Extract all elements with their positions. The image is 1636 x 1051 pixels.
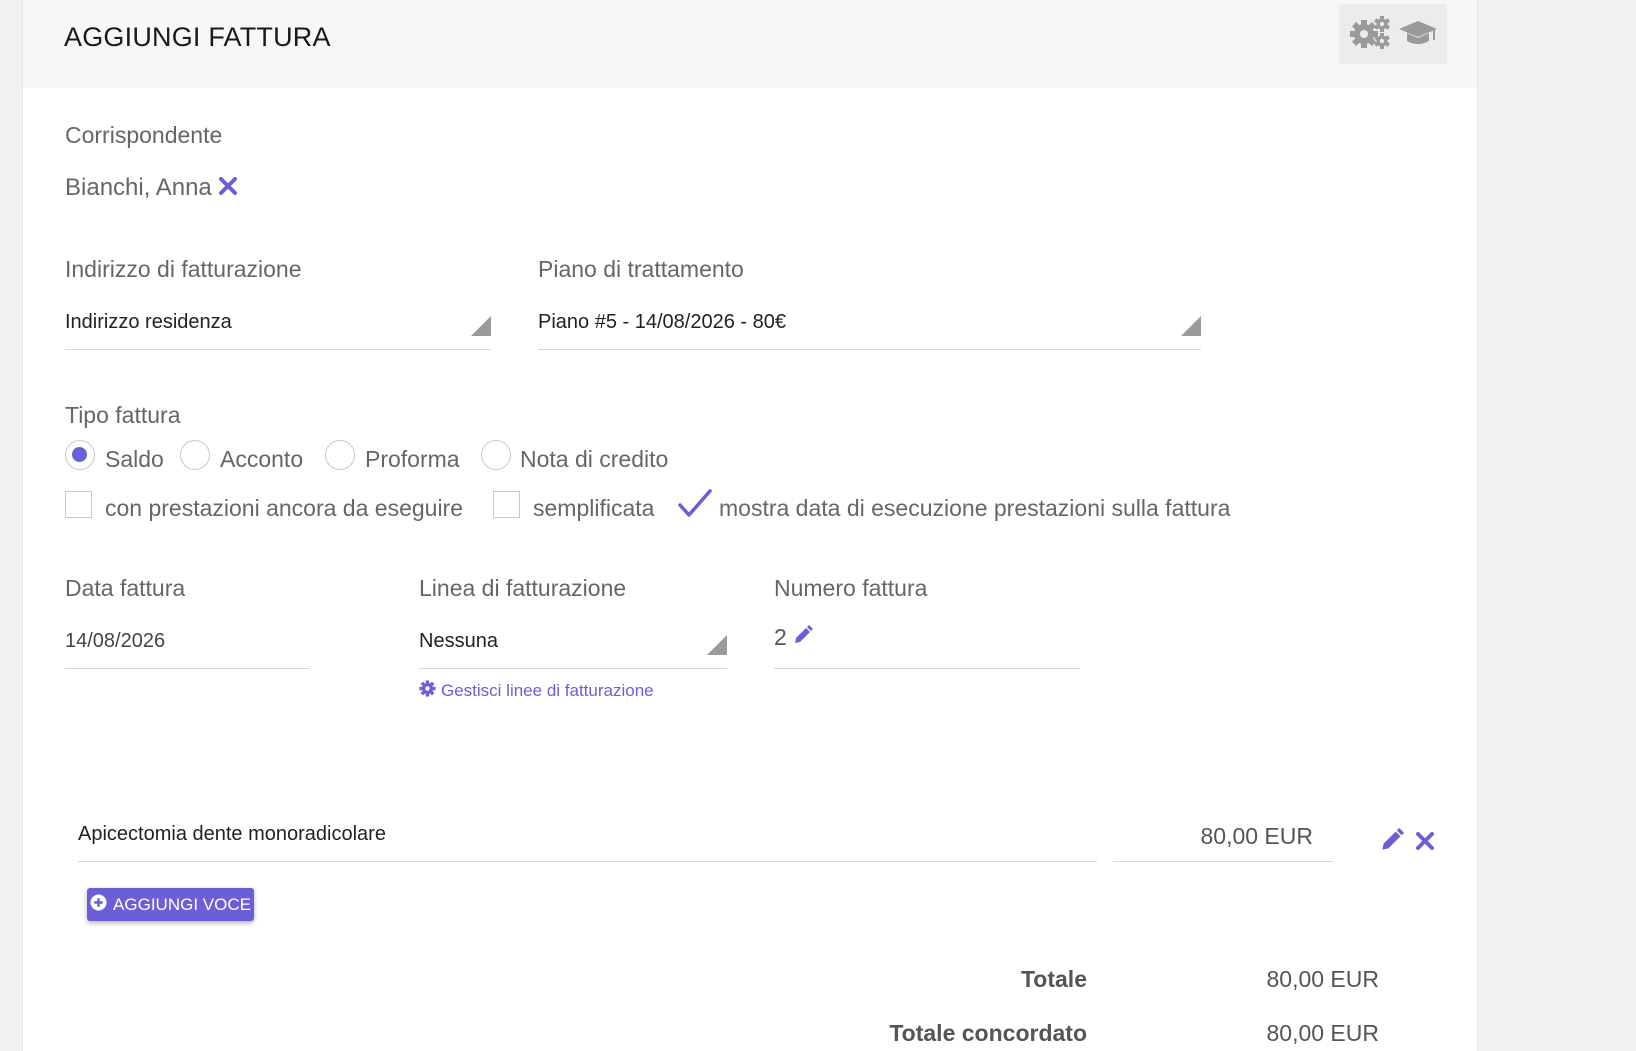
item-description-underline <box>78 861 1097 862</box>
correspondent-chip: Bianchi, Anna <box>65 174 238 202</box>
add-item-button[interactable]: AGGIUNGI VOCE <box>87 888 254 921</box>
total-label: Totale <box>1020 966 1087 992</box>
treatment-plan-underline <box>538 349 1201 350</box>
radio-acconto-label[interactable]: Acconto <box>220 446 303 473</box>
radio-saldo-label[interactable]: Saldo <box>105 446 164 473</box>
graduation-cap-icon[interactable] <box>1398 17 1438 52</box>
checkbox-simplified[interactable] <box>493 491 520 518</box>
checkbox-pending-services-label[interactable]: con prestazioni ancora da eseguire <box>105 495 463 522</box>
item-amount-underline <box>1113 861 1333 862</box>
invoice-type-label: Tipo fattura <box>65 402 181 428</box>
radio-proforma[interactable] <box>325 440 355 470</box>
correspondent-label: Corrispondente <box>65 122 223 148</box>
invoice-date-input[interactable]: 14/08/2026 <box>65 630 165 653</box>
billing-line-underline <box>419 668 727 669</box>
edit-item-icon[interactable] <box>1380 828 1404 857</box>
billing-address-select[interactable]: Indirizzo residenza <box>65 311 232 334</box>
billing-address-arrow-icon[interactable] <box>471 316 491 336</box>
cog-icon <box>419 680 436 702</box>
treatment-plan-arrow-icon[interactable] <box>1181 316 1201 336</box>
invoice-number-value: 2 <box>774 624 787 650</box>
invoice-panel: AGGIUNGI FATTURA Corrispondente Bianchi,… <box>22 0 1478 1051</box>
manage-billing-lines-link[interactable]: Gestisci linee di fatturazione <box>419 680 654 702</box>
gears-icon[interactable] <box>1348 15 1392 54</box>
billing-line-label: Linea di fatturazione <box>419 575 627 601</box>
invoice-date-underline <box>65 668 310 669</box>
radio-acconto[interactable] <box>180 440 210 470</box>
radio-nota-credito[interactable] <box>481 440 511 470</box>
edit-invoice-number-icon[interactable] <box>793 625 813 650</box>
checkbox-pending-services[interactable] <box>65 491 92 518</box>
header-tools <box>1339 4 1447 64</box>
agreed-total-label: Totale concordato <box>889 1020 1087 1046</box>
remove-correspondent-icon[interactable] <box>218 176 238 201</box>
panel-header: AGGIUNGI FATTURA <box>23 0 1477 88</box>
invoice-number-underline <box>774 668 1080 669</box>
billing-line-arrow-icon[interactable] <box>707 635 727 655</box>
billing-address-underline <box>65 349 491 350</box>
item-amount[interactable]: 80,00 EUR <box>1113 823 1313 850</box>
billing-address-label: Indirizzo di fatturazione <box>65 256 302 282</box>
radio-nota-credito-label[interactable]: Nota di credito <box>520 446 668 473</box>
treatment-plan-select[interactable]: Piano #5 - 14/08/2026 - 80€ <box>538 311 786 334</box>
radio-saldo[interactable] <box>65 440 95 470</box>
manage-billing-lines-label[interactable]: Gestisci linee di fatturazione <box>441 681 654 701</box>
page-title: AGGIUNGI FATTURA <box>64 22 331 52</box>
treatment-plan-label: Piano di trattamento <box>538 256 744 282</box>
invoice-date-label: Data fattura <box>65 575 186 601</box>
correspondent-value: Bianchi, Anna <box>65 174 212 201</box>
delete-item-icon[interactable] <box>1415 831 1435 856</box>
plus-circle-icon <box>90 893 107 916</box>
invoice-number-label: Numero fattura <box>774 575 928 601</box>
billing-line-select[interactable]: Nessuna <box>419 630 498 653</box>
checkbox-simplified-label[interactable]: semplificata <box>533 495 654 522</box>
total-value: 80,00 EUR <box>1266 966 1379 992</box>
item-description[interactable]: Apicectomia dente monoradicolare <box>78 823 386 846</box>
agreed-total-value: 80,00 EUR <box>1266 1020 1379 1046</box>
checkbox-show-execution-date-label[interactable]: mostra data di esecuzione prestazioni su… <box>719 495 1230 522</box>
radio-proforma-label[interactable]: Proforma <box>365 446 460 473</box>
add-item-label: AGGIUNGI VOCE <box>113 894 251 914</box>
invoice-number-field: 2 <box>774 624 813 651</box>
checkbox-show-execution-date[interactable] <box>677 488 713 525</box>
